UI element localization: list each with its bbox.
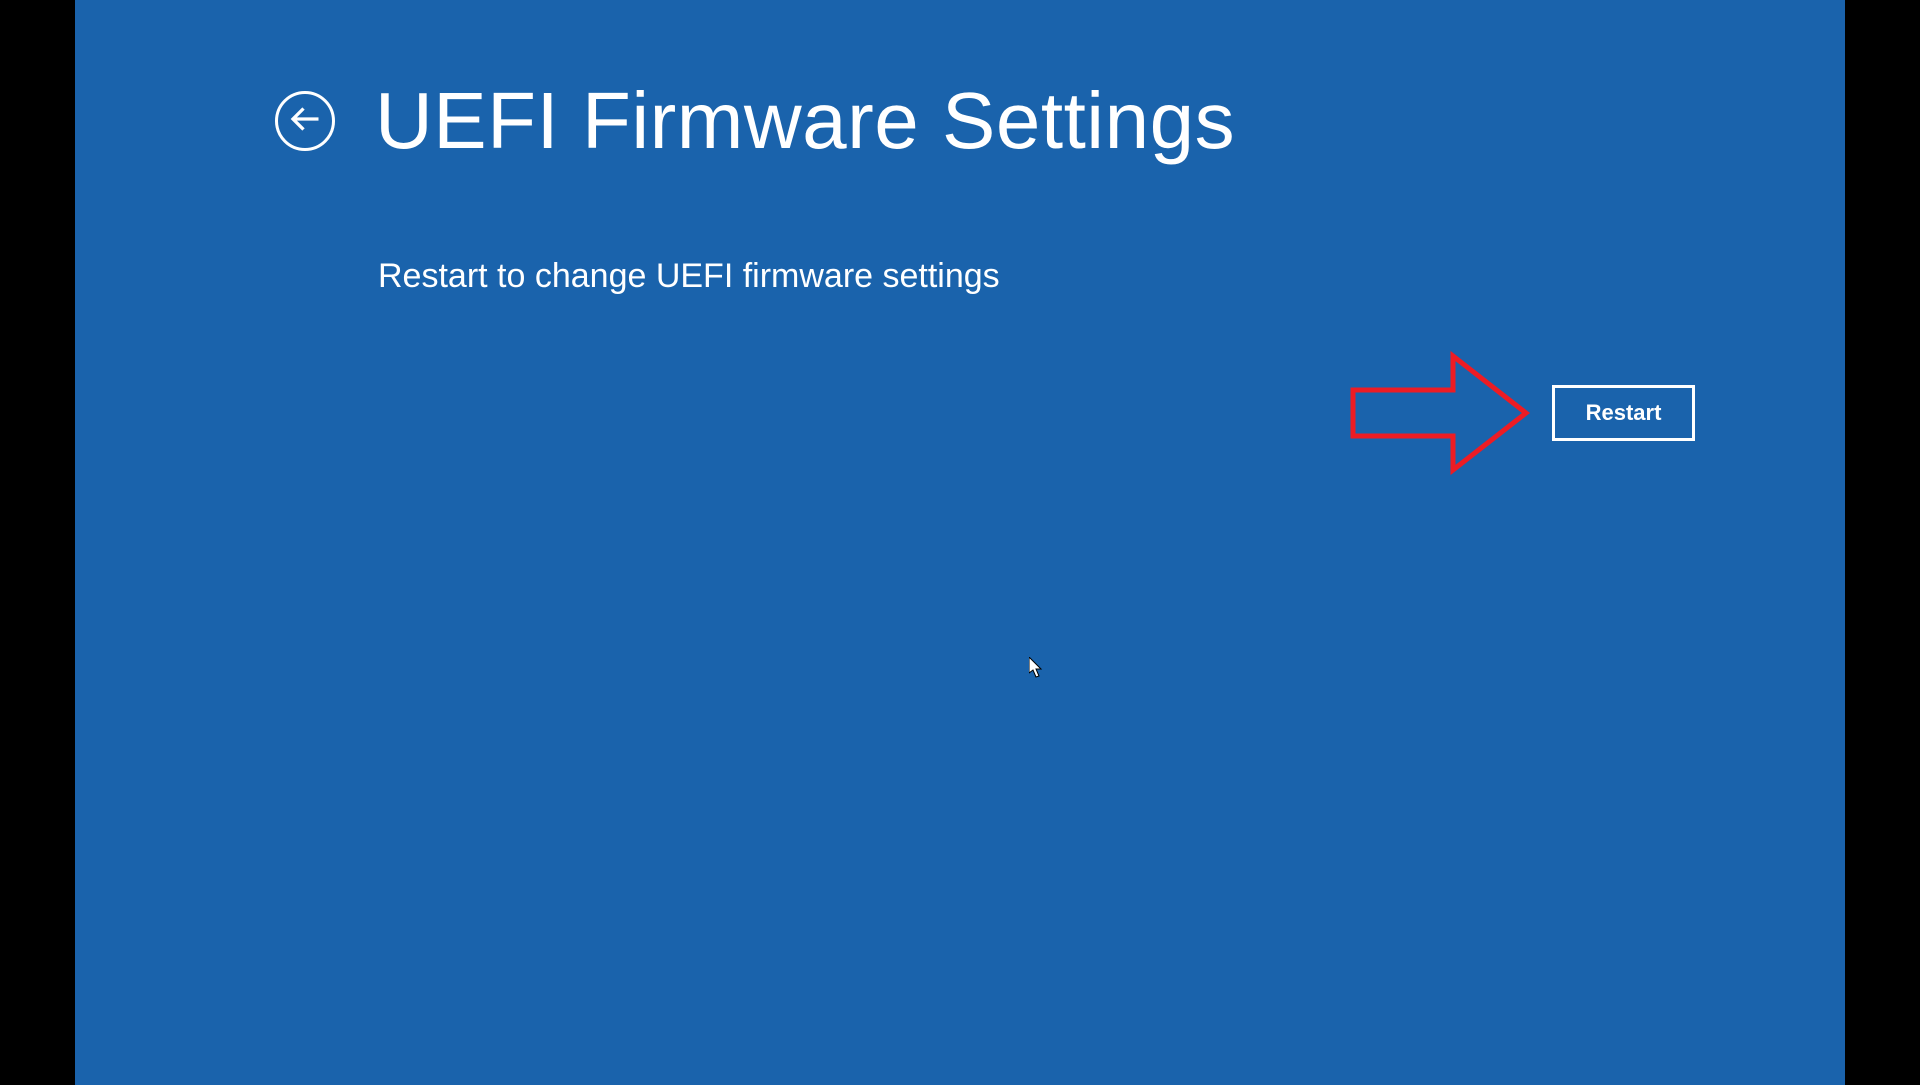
restart-button-label: Restart — [1586, 400, 1662, 426]
cursor-icon — [1029, 657, 1045, 679]
arrow-left-icon — [287, 101, 323, 142]
recovery-screen: UEFI Firmware Settings Restart to change… — [75, 0, 1845, 1085]
back-button[interactable] — [275, 91, 335, 151]
annotation-arrow-icon — [1348, 348, 1531, 478]
header: UEFI Firmware Settings — [275, 75, 1235, 167]
page-subtitle: Restart to change UEFI firmware settings — [378, 257, 1000, 296]
page-title: UEFI Firmware Settings — [375, 75, 1235, 167]
restart-button[interactable]: Restart — [1552, 385, 1695, 441]
